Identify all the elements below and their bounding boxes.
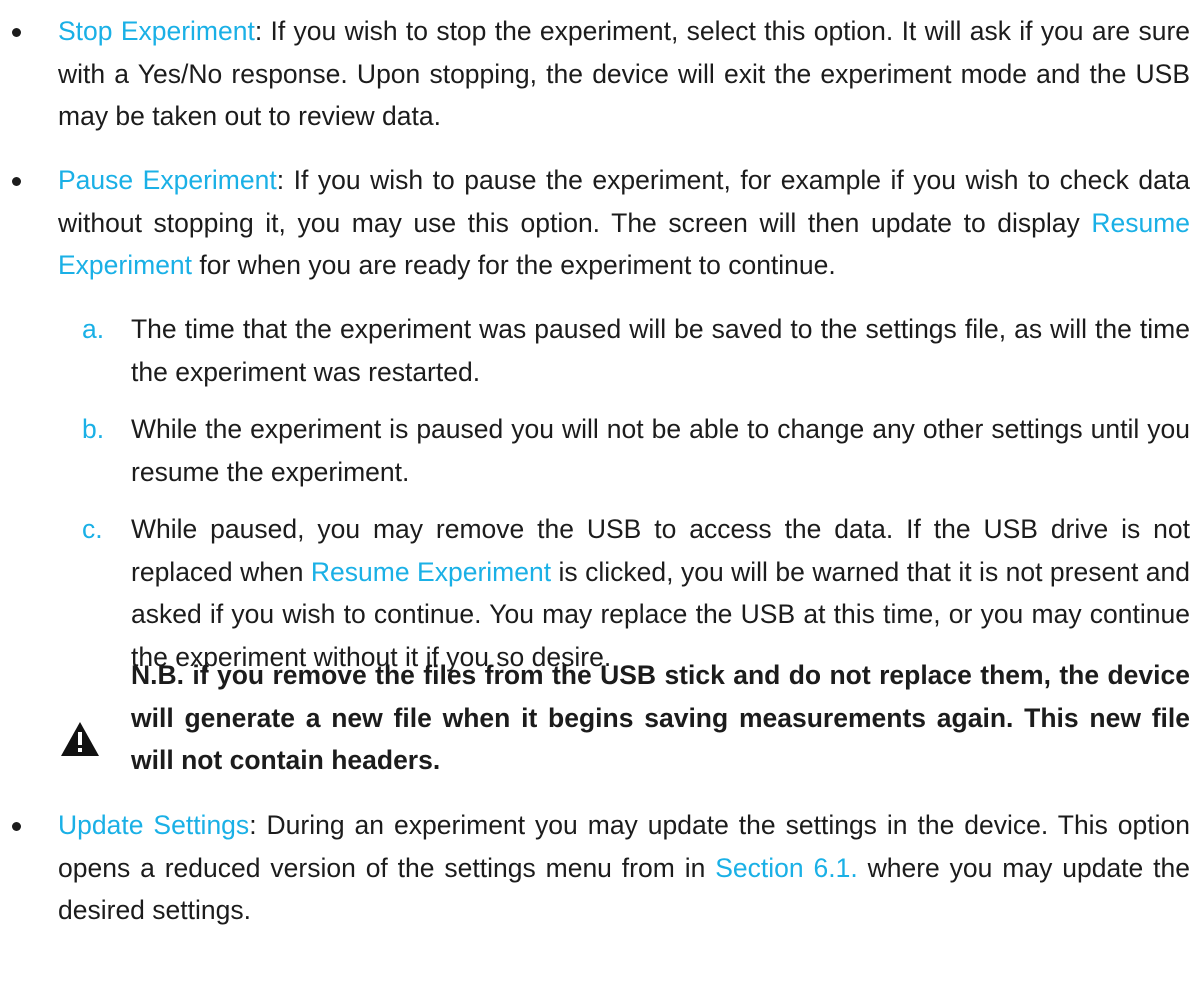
sub-marker-c: c. — [82, 514, 103, 544]
document-page: Stop Experiment: If you wish to stop the… — [0, 0, 1195, 1001]
sub-marker-b: b. — [82, 414, 105, 444]
warning-note-text: N.B. if you remove the files from the US… — [131, 660, 1190, 775]
warning-note: N.B. if you remove the files from the US… — [131, 654, 1190, 782]
link-section-6-1: Section 6.1. — [715, 852, 858, 883]
bullet-marker — [12, 177, 21, 186]
sub-item-b: While the experiment is paused you will … — [131, 408, 1190, 493]
term-pause-experiment: Pause Experiment — [58, 165, 277, 195]
sub-item-text: While the experiment is paused you will … — [131, 414, 1190, 487]
list-item-pause-experiment: Pause Experiment: If you wish to pause t… — [58, 159, 1190, 287]
list-item-update-settings: Update Settings: During an experiment yo… — [58, 804, 1190, 932]
term-update-settings: Update Settings — [58, 810, 250, 840]
term-stop-experiment: Stop Experiment — [58, 16, 255, 46]
sub-item-c: While paused, you may remove the USB to … — [131, 508, 1190, 678]
link-resume-experiment: Resume Experiment — [310, 556, 552, 587]
bullet-marker — [12, 28, 21, 37]
list-item-stop-experiment: Stop Experiment: If you wish to stop the… — [58, 10, 1190, 138]
bullet-marker — [12, 822, 21, 831]
sub-item-a: The time that the experiment was paused … — [131, 308, 1190, 393]
warning-icon — [61, 722, 99, 756]
sub-item-text: The time that the experiment was paused … — [131, 314, 1190, 387]
sub-marker-a: a. — [82, 314, 105, 344]
item-text: for when you are ready for the experimen… — [192, 250, 836, 280]
